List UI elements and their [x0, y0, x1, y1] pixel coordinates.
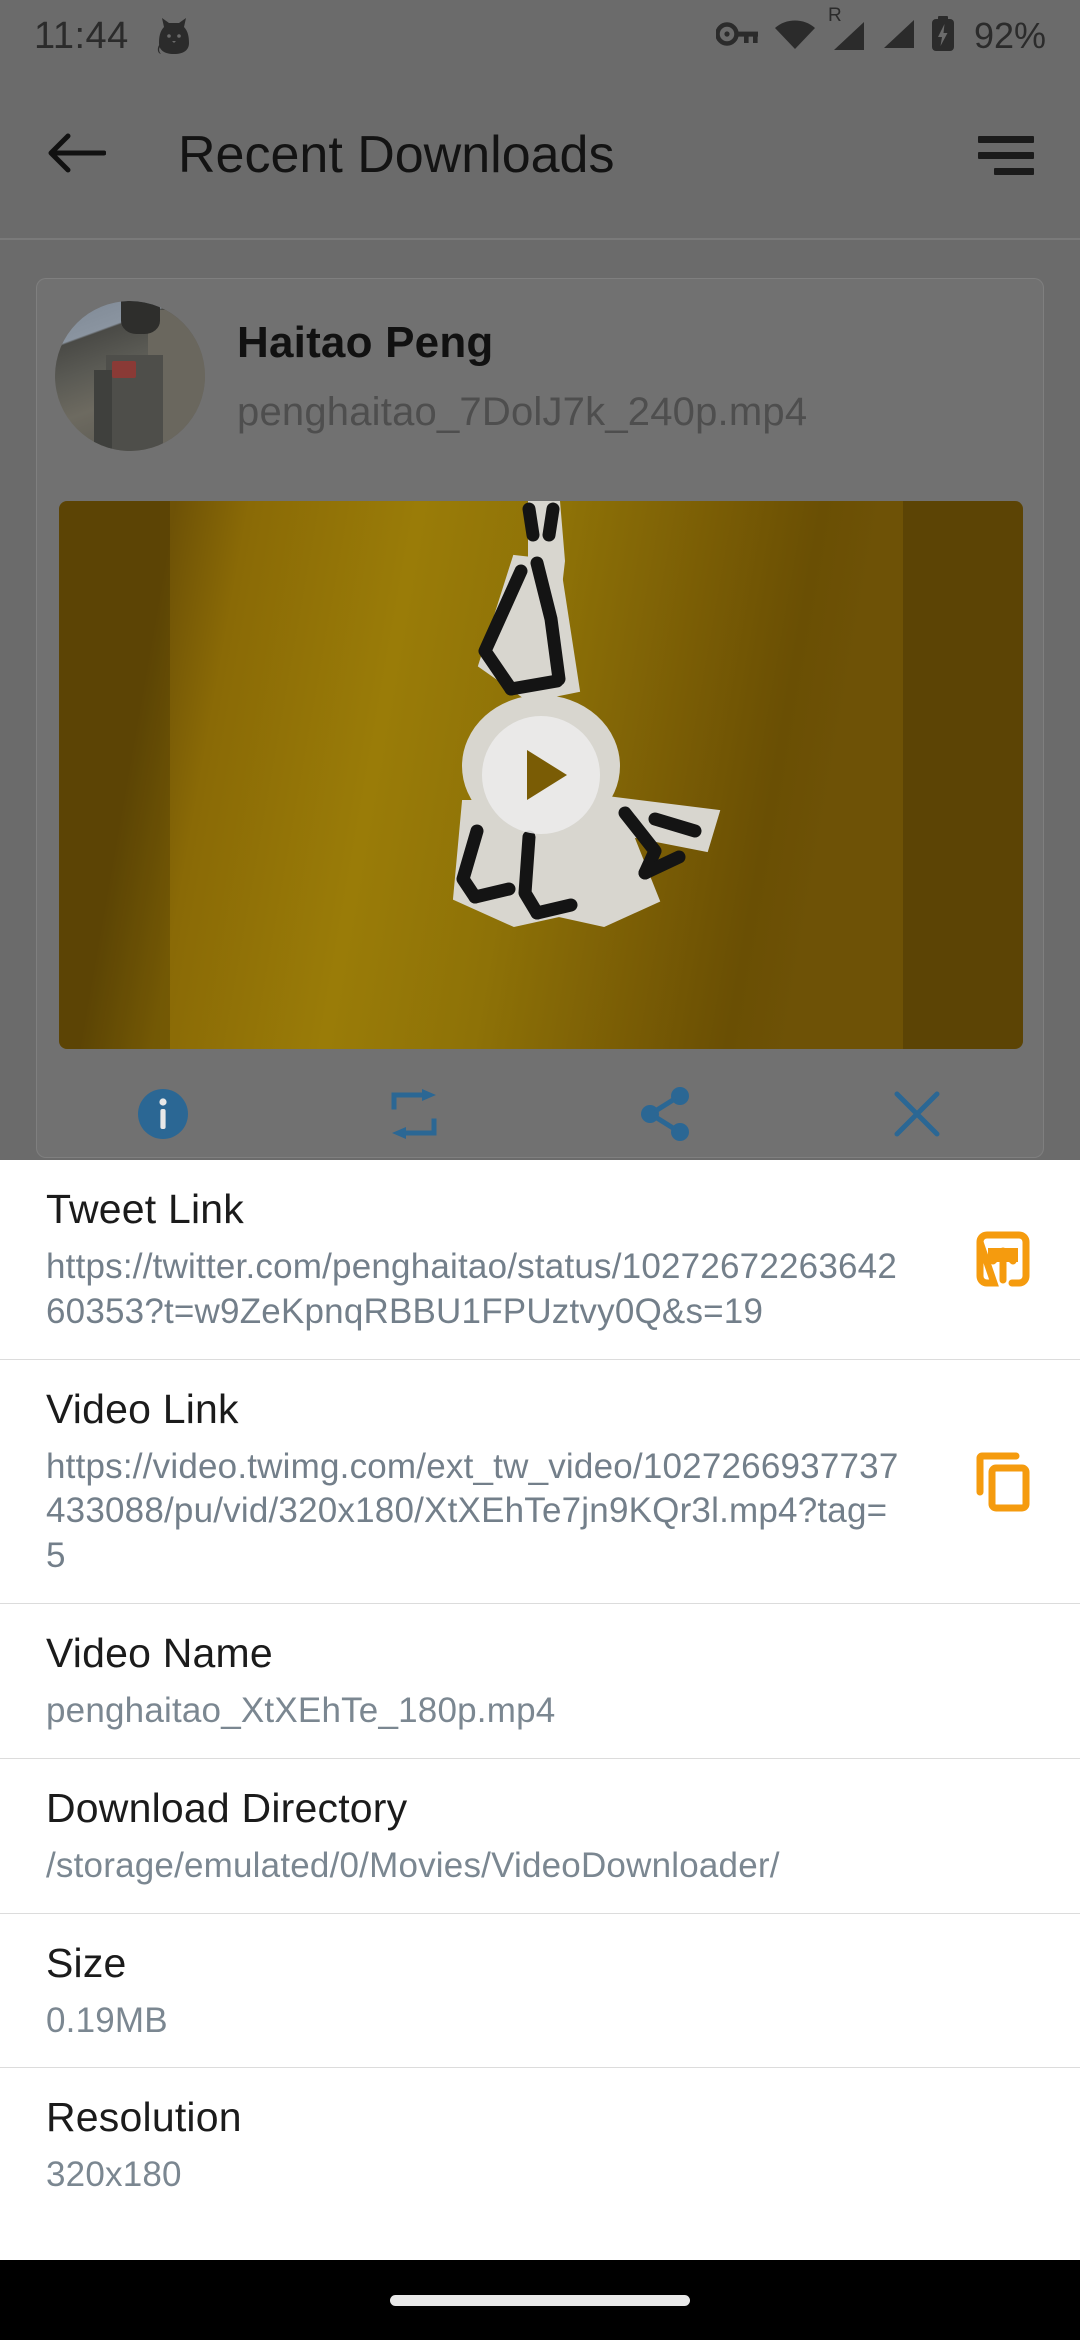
- video-details-sheet: Tweet Link https://twitter.com/penghaita…: [0, 1160, 1080, 2260]
- close-button[interactable]: [792, 1088, 1044, 1140]
- battery-percentage: 92%: [973, 15, 1046, 56]
- play-icon[interactable]: [482, 716, 600, 834]
- app-bar-divider: [0, 238, 1080, 240]
- detail-row-resolution: Resolution 320x180: [0, 2067, 1080, 2222]
- detail-row-video-link[interactable]: Video Link https://video.twimg.com/ext_t…: [0, 1358, 1080, 1603]
- status-bar-icons: R 92%: [715, 6, 1046, 57]
- download-file-name: penghaitao_7DolJ7k_240p.mp4: [237, 389, 808, 434]
- sort-menu-icon[interactable]: [978, 135, 1034, 175]
- status-bar: 11:44 R 92%: [0, 0, 1080, 72]
- status-bar-clock: 11:44: [34, 14, 129, 57]
- detail-value: penghaitao_XtXEhTe_180p.mp4: [46, 1690, 556, 1730]
- app-bar: Recent Downloads: [0, 72, 1080, 238]
- avatar: [55, 301, 205, 451]
- detail-label: Resolution: [46, 2094, 242, 2141]
- detail-value: /storage/emulated/0/Movies/VideoDownload…: [46, 1845, 780, 1885]
- detail-label: Tweet Link: [46, 1186, 244, 1232]
- detail-label: Video Link: [46, 1385, 239, 1432]
- detail-row-tweet-link[interactable]: Tweet Link https://twitter.com/penghaita…: [0, 1160, 1080, 1359]
- dimmed-background-screen: 11:44 R 92% Recent Downloads Haitao Peng…: [0, 0, 1080, 1160]
- detail-label: Download Directory: [46, 1784, 408, 1831]
- cellular-signal-icon: R: [828, 6, 866, 52]
- detail-label: Size: [46, 1939, 127, 1986]
- vpn-key-icon: [715, 19, 760, 54]
- retweet-button[interactable]: [289, 1089, 541, 1139]
- page-title: Recent Downloads: [178, 126, 615, 184]
- back-arrow-icon[interactable]: [46, 130, 107, 181]
- detail-value: https://twitter.com/penghaitao/status/10…: [46, 1247, 897, 1331]
- detail-value: 0.19MB: [46, 2000, 168, 2040]
- home-gesture-pill[interactable]: [390, 2294, 690, 2306]
- cat-icon: [157, 17, 191, 55]
- wifi-icon: [774, 18, 816, 55]
- uploader-name: Haitao Peng: [237, 317, 494, 367]
- download-card-header: Haitao Peng penghaitao_7DolJ7k_240p.mp4: [37, 279, 1043, 451]
- info-button[interactable]: [37, 1087, 289, 1141]
- open-in-browser-icon[interactable]: [964, 1220, 1042, 1298]
- detail-label: Video Name: [46, 1629, 273, 1676]
- detail-value: 320x180: [46, 2155, 182, 2195]
- detail-value: https://video.twimg.com/ext_tw_video/102…: [46, 1446, 899, 1576]
- detail-row-video-name: Video Name penghaitao_XtXEhTe_180p.mp4: [0, 1602, 1080, 1758]
- detail-row-download-directory: Download Directory /storage/emulated/0/M…: [0, 1757, 1080, 1913]
- copy-icon[interactable]: [964, 1442, 1042, 1520]
- video-thumbnail[interactable]: [59, 501, 1023, 1049]
- battery-charging-icon: [930, 15, 956, 57]
- share-button[interactable]: [540, 1086, 792, 1142]
- cellular-signal-2-icon: [880, 18, 916, 55]
- system-navigation-bar: [0, 2260, 1080, 2340]
- download-card-actions: [37, 1069, 1044, 1157]
- roaming-indicator: R: [827, 5, 842, 26]
- download-card[interactable]: Haitao Peng penghaitao_7DolJ7k_240p.mp4: [36, 278, 1044, 1158]
- detail-row-size: Size 0.19MB: [0, 1912, 1080, 2068]
